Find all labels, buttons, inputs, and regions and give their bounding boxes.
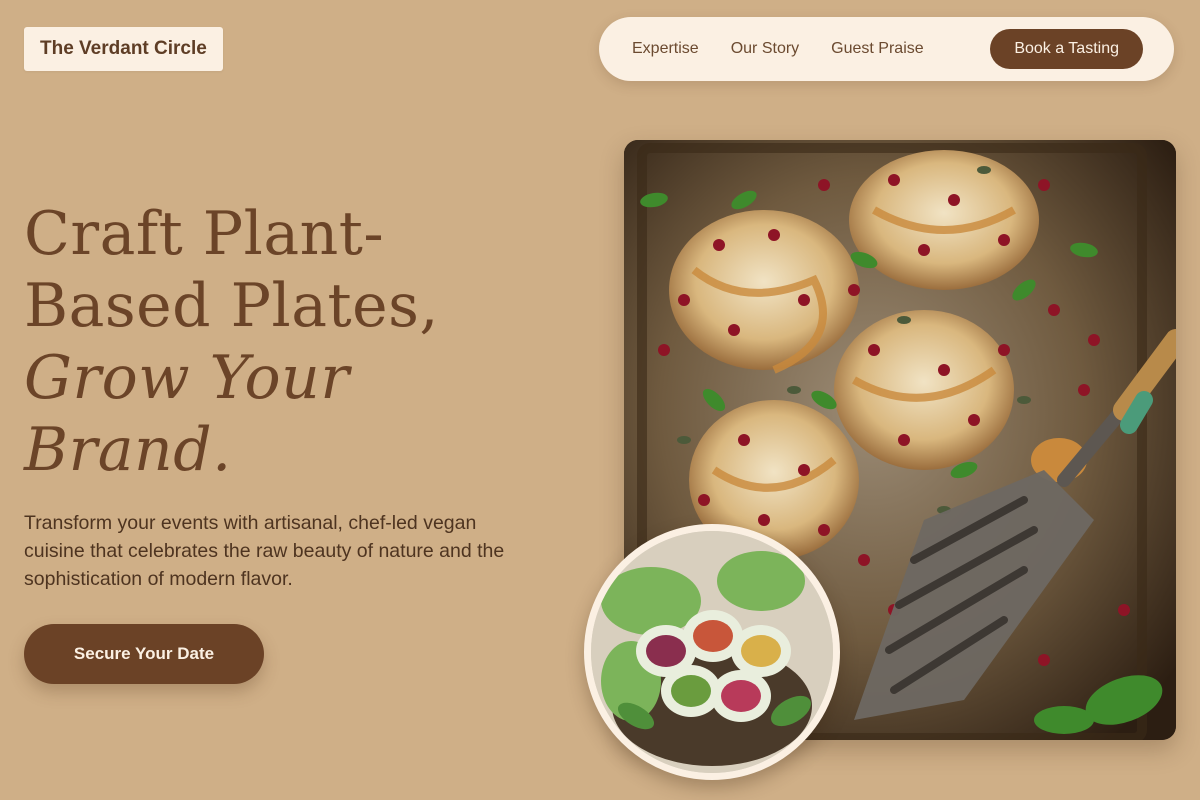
nav-link-expertise[interactable]: Expertise [632,40,699,58]
headline-line-4: Brand. [24,415,232,485]
headline-line-1: Craft Plant- [24,199,385,269]
book-tasting-button[interactable]: Book a Tasting [990,29,1143,69]
secure-date-button[interactable]: Secure Your Date [24,624,264,684]
top-nav: Expertise Our Story Guest Praise Book a … [599,17,1174,81]
brand-logo[interactable]: The Verdant Circle [24,27,223,71]
hero-subtext: Transform your events with artisanal, ch… [24,512,505,590]
nav-link-our-story[interactable]: Our Story [731,40,799,58]
nav-link-guest-praise[interactable]: Guest Praise [831,40,923,58]
spring-rolls-image [584,524,840,780]
headline-line-3: Grow Your [24,343,350,413]
headline-line-2: Based Plates, [24,271,439,341]
hero-headline: Craft Plant- Based Plates, Grow Your Bra… [24,198,439,486]
